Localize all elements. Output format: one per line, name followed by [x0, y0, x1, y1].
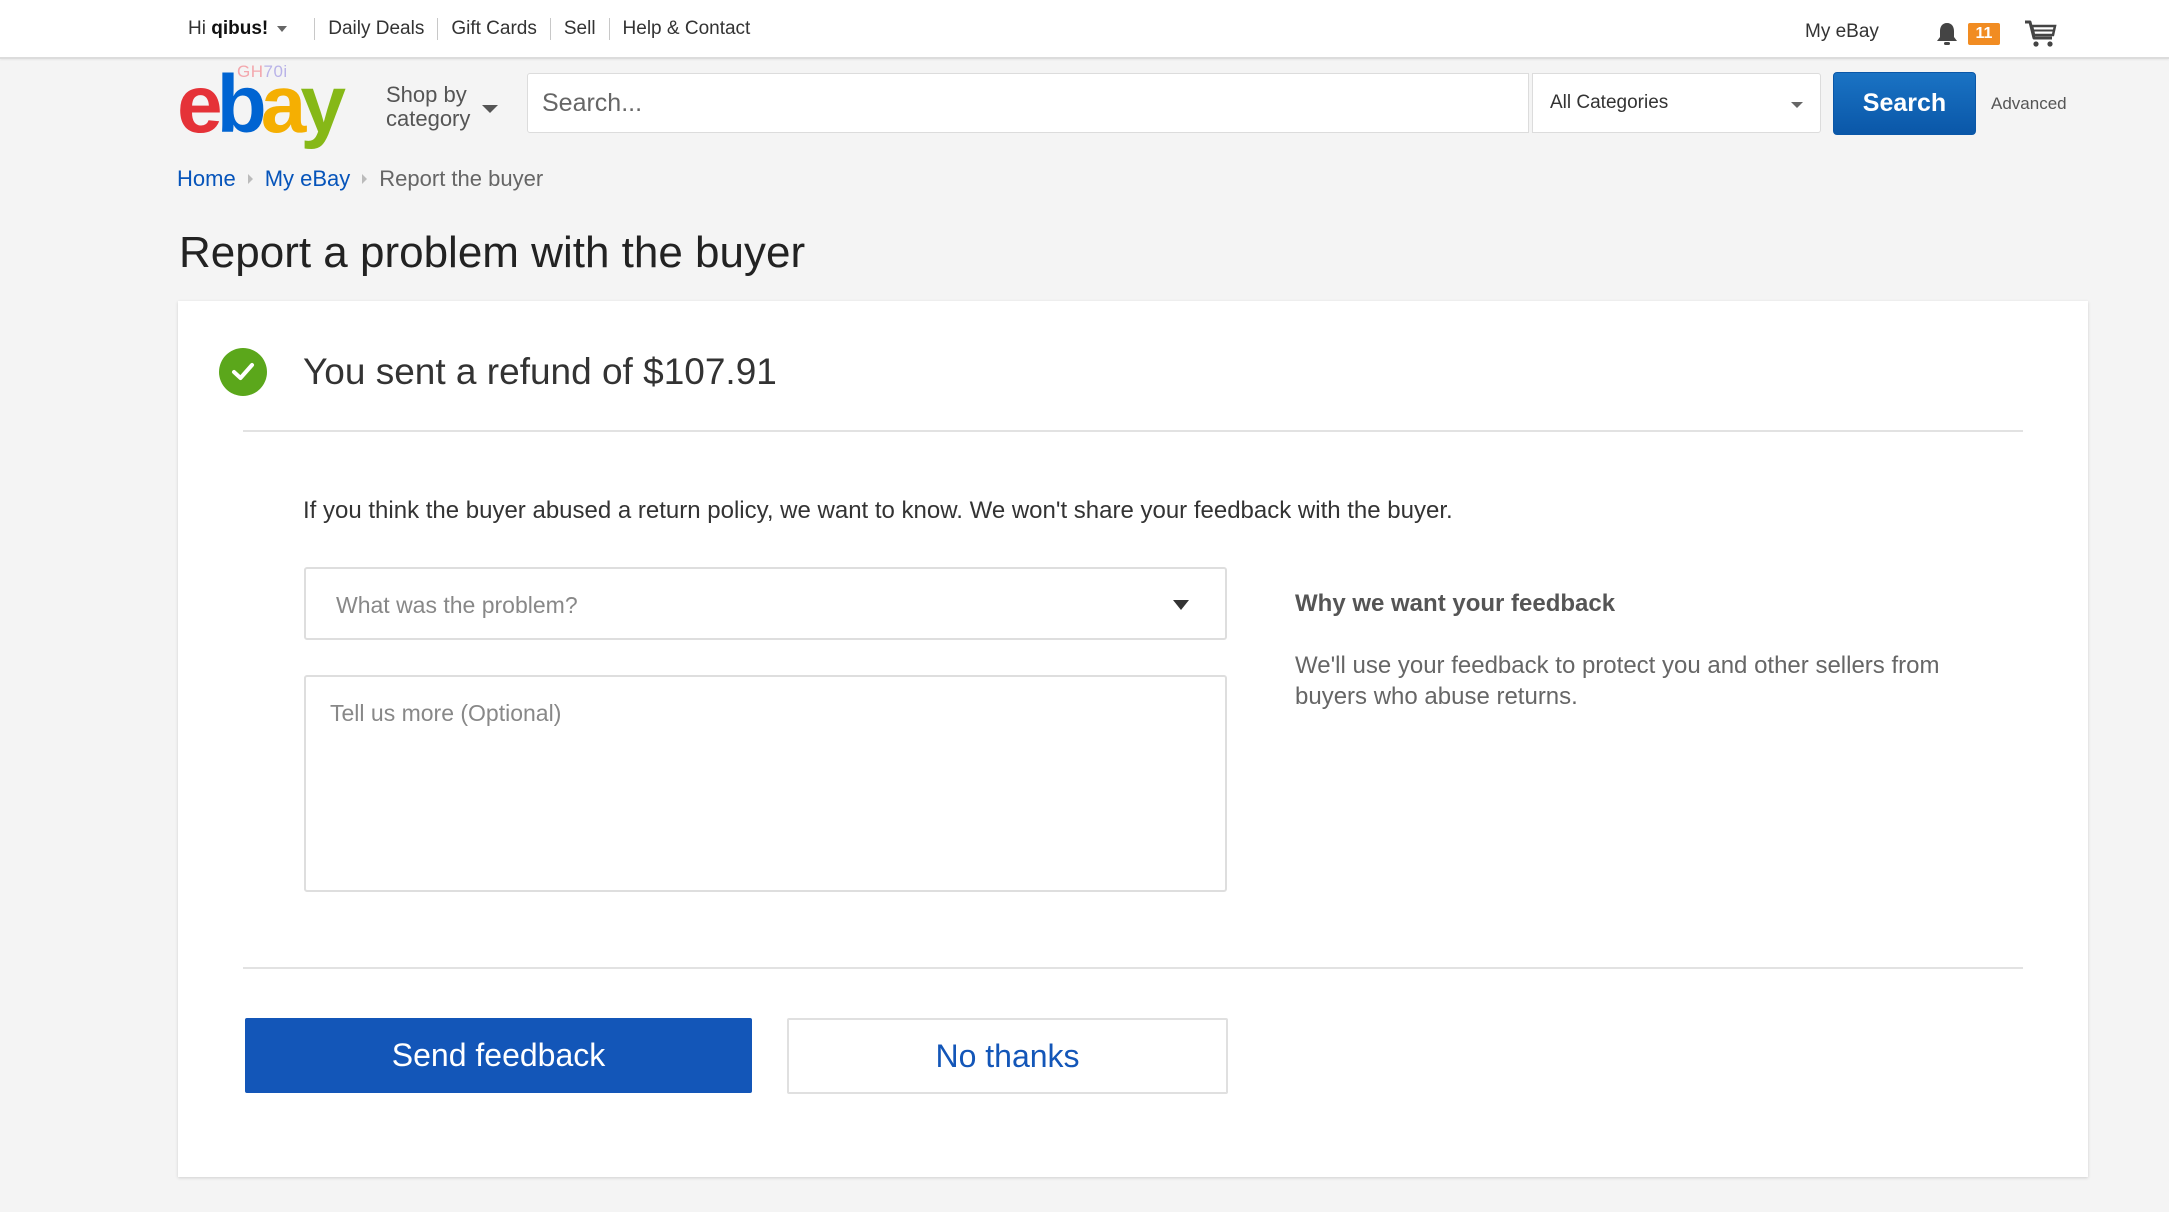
divider	[437, 17, 439, 40]
aside-text: We'll use your feedback to protect you a…	[1295, 652, 1940, 710]
success-check-icon	[219, 348, 267, 396]
daily-deals-link[interactable]: Daily Deals	[328, 18, 424, 40]
search-input[interactable]	[527, 73, 1529, 133]
sell-link[interactable]: Sell	[564, 18, 596, 40]
chevron-down-icon	[1791, 102, 1803, 108]
help-contact-link[interactable]: Help & Contact	[623, 18, 751, 40]
chevron-down-icon	[1173, 600, 1189, 610]
chevron-down-icon	[277, 25, 288, 32]
divider	[314, 17, 316, 40]
details-textarea[interactable]	[304, 675, 1227, 892]
divider	[549, 17, 551, 40]
shop-by-category-button[interactable]: Shop by category	[386, 83, 506, 131]
my-ebay-link[interactable]: My eBay	[1805, 21, 1879, 43]
notifications-bell-icon[interactable]	[1935, 21, 1959, 47]
intro-text: If you think the buyer abused a return p…	[303, 497, 1453, 524]
breadcrumb-home-link[interactable]: Home	[177, 166, 236, 192]
advanced-search-link[interactable]: Advanced	[1991, 94, 2067, 114]
report-card: You sent a refund of $107.91 If you thin…	[178, 301, 2088, 1177]
page-title: Report a problem with the buyer	[179, 228, 806, 277]
send-feedback-button[interactable]: Send feedback	[245, 1018, 752, 1093]
username: qibus!	[211, 17, 269, 39]
search-button[interactable]: Search	[1833, 72, 1976, 135]
top-utility-bar: Hi qibus! Daily Deals Gift Cards Sell He…	[0, 0, 2169, 59]
breadcrumb-my-ebay-link[interactable]: My eBay	[265, 166, 351, 192]
category-select[interactable]: All Categories	[1532, 73, 1821, 133]
logo-wordmark: ebay	[177, 59, 346, 150]
gift-cards-link[interactable]: Gift Cards	[451, 18, 537, 40]
chevron-right-icon	[362, 174, 368, 184]
top-nav-left: Hi qibus! Daily Deals Gift Cards Sell He…	[188, 0, 750, 57]
problem-select-placeholder: What was the problem?	[336, 592, 578, 618]
chevron-right-icon	[247, 174, 253, 184]
refund-status-text: You sent a refund of $107.91	[303, 351, 777, 392]
cart-icon[interactable]	[2024, 20, 2058, 48]
divider	[243, 430, 2023, 432]
aside-heading: Why we want your feedback	[1295, 590, 1616, 617]
shop-by-label-line1: Shop by	[386, 82, 467, 107]
breadcrumb-current: Report the buyer	[379, 166, 544, 191]
chevron-down-icon	[482, 105, 498, 113]
notification-count-badge: 11	[1968, 23, 2000, 45]
greeting-prefix: Hi	[188, 17, 206, 39]
divider	[608, 17, 610, 40]
ebay-logo[interactable]: GH70i ebay	[177, 59, 367, 150]
breadcrumb: Home My eBay Report the buyer	[177, 166, 543, 192]
divider	[243, 967, 2023, 969]
user-greeting-menu[interactable]: Hi qibus!	[188, 18, 301, 40]
no-thanks-button[interactable]: No thanks	[787, 1018, 1228, 1094]
problem-select[interactable]: What was the problem?	[304, 567, 1227, 640]
category-select-value: All Categories	[1550, 92, 1669, 113]
